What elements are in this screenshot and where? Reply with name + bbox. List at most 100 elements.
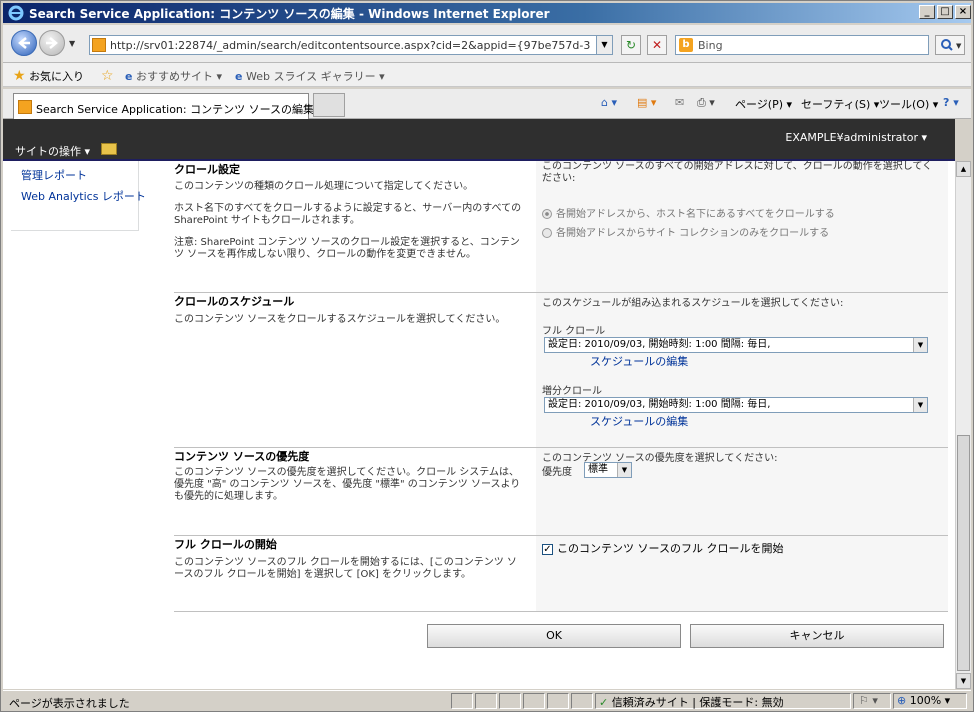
stop-button[interactable]: ✕ (647, 35, 667, 55)
favorites-bar: ★ お気に入り ☆ e おすすめサイト ▾ e Web スライス ギャラリー ▾ (3, 63, 971, 87)
start-full-crawl-checkbox[interactable]: ✓ このコンテンツ ソースのフル クロールを開始 (542, 540, 783, 556)
start-full-crawl-section: フル クロールの開始 このコンテンツ ソースのフル クロールを開始するには、[こ… (174, 535, 948, 611)
suggested-sites-link[interactable]: e おすすめサイト ▾ (125, 68, 222, 84)
select-value: 標準 (588, 464, 608, 475)
security-zone[interactable]: ✓ 信頼済みサイト | 保護モード: 無効 (599, 694, 784, 710)
full-crawl-schedule-select[interactable]: 設定日: 2010/09/03, 開始時刻: 1:00 間隔: 毎日, ▼ (544, 337, 928, 353)
ie-logo-icon (8, 5, 24, 21)
home-button[interactable]: ⌂ ▾ (601, 96, 617, 109)
search-button[interactable]: ▼ (935, 35, 965, 55)
section-description: このコンテンツ ソースのフル クロールを開始するには、[このコンテンツ ソースの… (174, 557, 517, 580)
recent-pages-dropdown[interactable]: ▼ (69, 39, 75, 48)
incremental-crawl-schedule-select[interactable]: 設定日: 2010/09/03, 開始時刻: 1:00 間隔: 毎日, ▼ (544, 397, 928, 413)
close-button[interactable]: × (955, 5, 971, 19)
web-slice-gallery-link[interactable]: e Web スライス ギャラリー ▾ (235, 68, 385, 84)
full-crawl-edit-schedule-link[interactable]: スケジュールの編集 (590, 353, 688, 369)
favorites-label: お気に入り (29, 70, 85, 83)
status-bar: ページが表示されました ✓ 信頼済みサイト | 保護モード: 無効 ⚐ ▾ ⊕ … (3, 690, 971, 710)
back-button[interactable] (11, 30, 37, 56)
address-bar[interactable]: http://srv01:22874/_admin/search/editcon… (89, 35, 613, 55)
page-content: 管理レポート Web Analytics レポート クロール設定 このコンテンツ… (3, 161, 955, 689)
page-favicon-icon (92, 38, 106, 52)
incremental-crawl-edit-schedule-link[interactable]: スケジュールの編集 (590, 413, 688, 429)
site-actions-menu[interactable]: サイトの操作 ▾ (15, 143, 90, 159)
minimize-button[interactable]: _ (919, 5, 935, 19)
favorites-star-icon: ★ (13, 68, 26, 84)
section-description: 注意: SharePoint コンテンツ ソースのクロール設定を選択すると、コン… (174, 237, 520, 260)
tab-favicon-icon (18, 100, 32, 114)
section-description: このコンテンツの種類のクロール処理について指定してください。 (174, 181, 474, 192)
add-to-favorites-button[interactable]: ☆ (101, 68, 114, 84)
crawl-everything-option[interactable]: 各開始アドレスから、ホスト名下にあるすべてをクロールする (542, 205, 835, 220)
status-cell (547, 693, 569, 709)
option-label: 各開始アドレスから、ホスト名下にあるすべてをクロールする (556, 209, 835, 220)
status-cell (523, 693, 545, 709)
incremental-crawl-label: 増分クロール (542, 386, 602, 397)
ie-page-icon: e (235, 70, 243, 83)
scroll-down-button[interactable]: ▼ (956, 673, 971, 689)
priority-section: コンテンツ ソースの優先度 このコンテンツ ソースの優先度を選択してください。ク… (174, 447, 948, 535)
cancel-button[interactable]: キャンセル (690, 624, 944, 648)
safety-menu[interactable]: セーフティ(S) ▾ (801, 96, 879, 112)
new-tab-button[interactable] (313, 93, 345, 117)
crawl-schedule-section: クロールのスケジュール このコンテンツ ソースをクロールするスケジュールを選択し… (174, 292, 948, 447)
section-description: ホスト名下のすべてをクロールするように設定すると、サーバー内のすべての Shar… (174, 203, 522, 226)
magnifier-icon: ▼ (941, 39, 962, 51)
nav-web-analytics-reports[interactable]: Web Analytics レポート (21, 188, 146, 204)
trusted-check-icon: ✓ (599, 696, 609, 709)
section-description: このコンテンツ ソースの優先度を選択してください。クロール システムは、優先度 … (174, 467, 521, 502)
tools-menu[interactable]: ツール(O) ▾ (879, 96, 938, 112)
chevron-down-icon: ▼ (913, 398, 927, 412)
section-description: このコンテンツ ソースをクロールするスケジュールを選択してください。 (174, 314, 506, 325)
section-heading: クロール設定 (174, 163, 240, 176)
section-heading: フル クロールの開始 (174, 538, 277, 551)
user-menu[interactable]: EXAMPLE¥administrator ▾ (785, 131, 927, 144)
refresh-button[interactable]: ↻ (621, 35, 641, 55)
navigate-up-icon[interactable] (101, 143, 117, 155)
forward-button[interactable] (39, 30, 65, 56)
url-text: http://srv01:22874/_admin/search/editcon… (110, 39, 590, 52)
print-button[interactable]: ⎙ ▾ (697, 96, 715, 110)
page-menu[interactable]: ページ(P) ▾ (735, 96, 792, 112)
full-crawl-label: フル クロール (542, 326, 606, 337)
checkmark-icon[interactable]: ✓ (542, 543, 553, 555)
suggested-sites-label: おすすめサイト ▾ (135, 70, 222, 83)
status-cell (499, 693, 521, 709)
chevron-down-icon: ▼ (617, 463, 631, 477)
forward-arrow-icon (46, 37, 58, 49)
priority-label: 優先度 (542, 467, 572, 478)
address-dropdown-button[interactable]: ▼ (596, 36, 612, 54)
scroll-up-button[interactable]: ▲ (956, 161, 971, 177)
maximize-button[interactable]: □ (937, 5, 953, 19)
security-zone-label: 信頼済みサイト | 保護モード: 無効 (611, 696, 784, 709)
feeds-button[interactable]: ▤ ▾ (637, 96, 656, 109)
radio-unselected[interactable] (542, 228, 552, 238)
status-message: ページが表示されました (9, 697, 130, 710)
protected-mode-icon[interactable]: ⚐ ▾ (859, 694, 878, 707)
tab-active[interactable]: Search Service Application: コンテンツ ソースの編集 (13, 93, 314, 119)
option-label: 各開始アドレスからサイト コレクションのみをクロールする (556, 228, 830, 239)
tab-title: Search Service Application: コンテンツ ソースの編集 (36, 103, 315, 116)
scroll-thumb[interactable] (957, 435, 970, 671)
browser-window: Search Service Application: コンテンツ ソースの編集… (0, 0, 974, 712)
add-favorites-icon: ☆ (101, 68, 114, 84)
section-heading: クロールのスケジュール (174, 295, 295, 308)
ok-button[interactable]: OK (427, 624, 681, 648)
status-cell (451, 693, 473, 709)
read-mail-button[interactable]: ✉ (675, 96, 684, 109)
sharepoint-ribbon: EXAMPLE¥administrator ▾ サイトの操作 ▾ (3, 119, 955, 161)
search-input[interactable]: b Bing (675, 35, 929, 55)
priority-select[interactable]: 標準 ▼ (584, 462, 632, 478)
checkbox-label: このコンテンツ ソースのフル クロールを開始 (557, 542, 784, 555)
zoom-level[interactable]: ⊕ 100% ▾ (897, 694, 950, 707)
schedule-intro: このスケジュールが組み込まれるスケジュールを選択してください: (542, 298, 844, 309)
help-button[interactable]: ? ▾ (943, 96, 959, 109)
bing-icon: b (679, 38, 693, 52)
search-placeholder: Bing (698, 39, 723, 52)
vertical-scrollbar[interactable]: ▲ ▼ (955, 161, 971, 689)
favorites-button[interactable]: ★ お気に入り (13, 68, 84, 84)
radio-selected[interactable] (542, 209, 552, 219)
crawl-site-collection-option[interactable]: 各開始アドレスからサイト コレクションのみをクロールする (542, 224, 829, 239)
nav-admin-reports[interactable]: 管理レポート (21, 167, 87, 183)
web-slice-gallery-label: Web スライス ギャラリー ▾ (245, 70, 385, 83)
